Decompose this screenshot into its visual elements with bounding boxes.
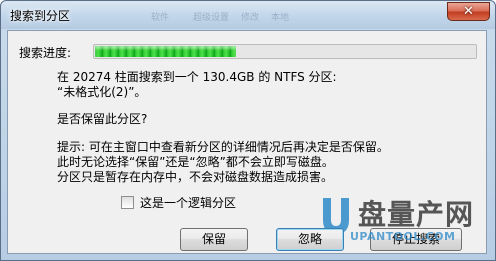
close-button[interactable]: ✕ xyxy=(447,2,490,21)
search-progress-bar xyxy=(93,44,477,59)
title-bar[interactable]: 软件 超级设置 修改 本地 搜索到分区 ✕ xyxy=(1,1,495,29)
background-ghost-text: 软件 xyxy=(151,13,170,23)
keep-button[interactable]: 保留 xyxy=(180,228,248,251)
background-ghost-text: 超级设置 xyxy=(193,13,230,23)
keep-partition-question: 是否保留此分区? xyxy=(57,112,148,126)
found-partition-message: 在 20274 柱面搜索到一个 130.4GB 的 NTFS 分区: “未格式化… xyxy=(57,70,337,99)
logical-partition-checkbox[interactable] xyxy=(121,196,134,209)
progress-label: 搜索进度: xyxy=(19,46,72,60)
watermark-brand: 盘量产网 xyxy=(358,198,475,231)
logical-partition-label[interactable]: 这是一个逻辑分区 xyxy=(140,194,236,211)
background-ghost-text: 修改 xyxy=(241,13,260,23)
watermark-url: UPANTOOL.COM xyxy=(350,230,456,243)
close-icon: ✕ xyxy=(463,4,474,19)
hint-message: 提示: 可在主窗口中查看新分区的详细情况后再决定是否保留。 此时无论选择“保留”… xyxy=(57,140,389,184)
background-ghost-text: 本地 xyxy=(271,13,290,23)
progress-fill xyxy=(95,46,236,57)
window-title: 搜索到分区 xyxy=(10,9,71,23)
ignore-button[interactable]: 忽略 xyxy=(276,228,344,251)
logical-partition-option[interactable]: 这是一个逻辑分区 xyxy=(121,194,236,211)
